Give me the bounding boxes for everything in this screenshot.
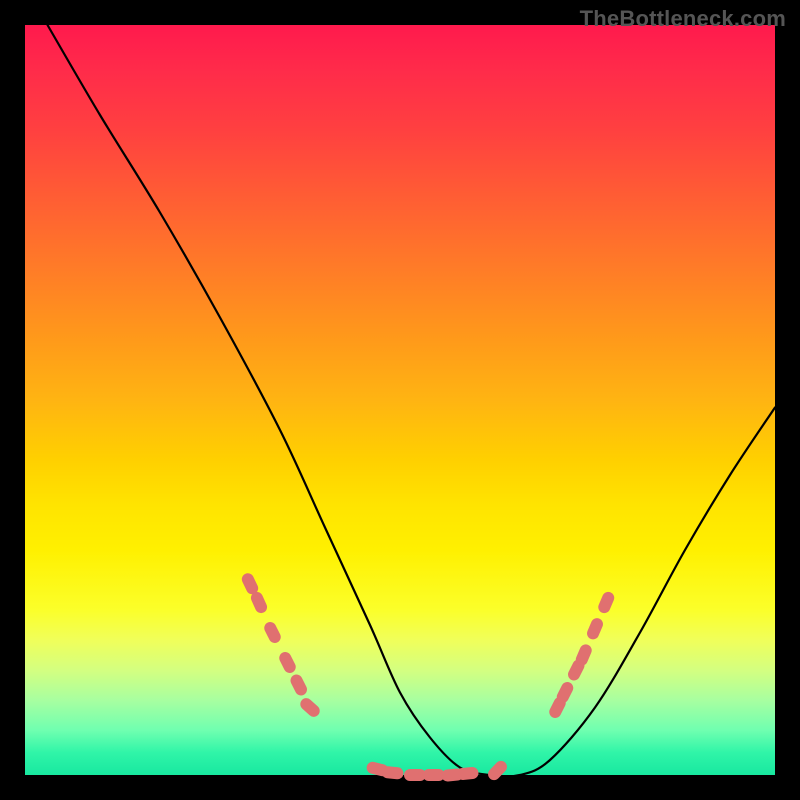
sample-marker bbox=[486, 758, 510, 782]
sample-marker bbox=[277, 650, 298, 675]
sample-marker bbox=[596, 590, 616, 615]
sample-marker bbox=[298, 696, 322, 720]
chart-plot-area bbox=[25, 25, 775, 775]
sample-marker bbox=[381, 766, 404, 780]
sample-marker bbox=[262, 620, 283, 645]
watermark-text: TheBottleneck.com bbox=[580, 6, 786, 32]
sample-marker bbox=[585, 616, 605, 641]
sample-marker bbox=[423, 769, 445, 781]
chart-svg bbox=[25, 25, 775, 775]
sample-marker bbox=[404, 769, 426, 781]
sample-marker bbox=[288, 672, 309, 697]
bottleneck-curve bbox=[48, 25, 776, 776]
sample-marker bbox=[456, 766, 479, 780]
